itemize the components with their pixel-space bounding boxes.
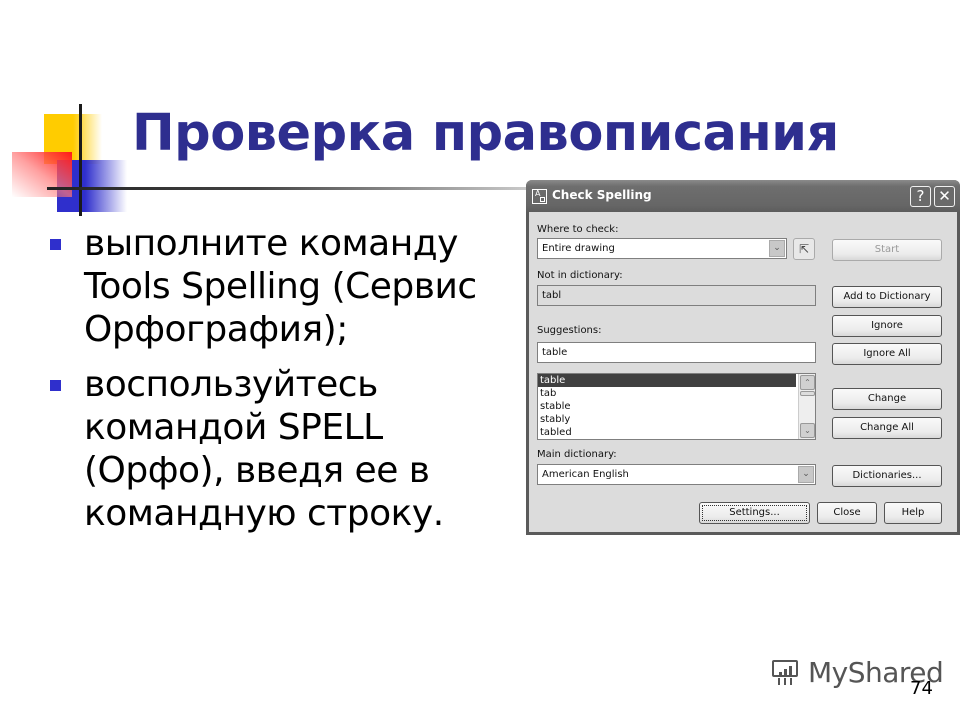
scroll-thumb[interactable] <box>800 391 815 396</box>
suggestions-listbox[interactable]: table tab stable stably tabled ⌃ ⌄ <box>537 373 816 440</box>
change-button[interactable]: Change <box>832 388 942 410</box>
suggestions-label: Suggestions: <box>537 325 602 336</box>
where-to-check-value: Entire drawing <box>542 243 615 254</box>
titlebar-close-button[interactable]: ✕ <box>934 186 955 207</box>
scroll-up-icon[interactable]: ⌃ <box>800 375 815 390</box>
dictionaries-button[interactable]: Dictionaries... <box>832 465 942 487</box>
not-in-dictionary-label: Not in dictionary: <box>537 270 623 281</box>
main-dictionary-dropdown[interactable]: American English ⌄ <box>537 464 816 485</box>
start-button[interactable]: Start <box>832 239 942 261</box>
add-to-dictionary-button[interactable]: Add to Dictionary <box>832 286 942 308</box>
help-button[interactable]: Help <box>884 502 942 524</box>
chevron-down-icon[interactable]: ⌄ <box>798 466 814 483</box>
suggestion-list-item[interactable]: stable <box>538 400 796 413</box>
bullet-line: командой SPELL <box>84 407 383 448</box>
select-objects-icon[interactable]: ⇱ <box>793 238 815 260</box>
suggestion-input[interactable]: table <box>537 342 816 363</box>
titlebar-help-button[interactable]: ? <box>910 186 931 207</box>
bullet-item: выполните команду Tools Spelling (Сервис… <box>48 222 518 351</box>
main-dictionary-value: American English <box>542 469 629 480</box>
bullet-list: выполните команду Tools Spelling (Сервис… <box>48 222 518 547</box>
page-number: 74 <box>910 678 933 699</box>
bullet-square-icon <box>50 380 61 391</box>
dialog-title: Check Spelling <box>552 188 652 202</box>
bullet-line: воспользуйтесь <box>84 364 378 405</box>
settings-button[interactable]: Settings... <box>699 502 810 524</box>
decor-red-square <box>12 152 72 197</box>
not-in-dictionary-field: tabl <box>537 285 816 306</box>
bullet-line: Орфография); <box>84 309 348 350</box>
suggestion-list-item[interactable]: tab <box>538 387 796 400</box>
ignore-button[interactable]: Ignore <box>832 315 942 337</box>
dialog-titlebar[interactable]: A Check Spelling ? ✕ <box>526 180 960 212</box>
chevron-down-icon[interactable]: ⌄ <box>769 240 785 257</box>
title-underline <box>47 187 567 190</box>
slide-title: Проверка правописания <box>132 104 839 163</box>
spell-check-app-icon: A <box>532 189 547 204</box>
change-all-button[interactable]: Change All <box>832 417 942 439</box>
bullet-line: командную строку. <box>84 493 444 534</box>
presentation-board-icon <box>768 657 802 687</box>
decor-vertical-line <box>79 104 82 216</box>
suggestion-list-item[interactable]: table <box>538 374 796 387</box>
bullet-line: выполните команду <box>84 223 458 264</box>
check-spelling-dialog: A Check Spelling ? ✕ Where to check: Ent… <box>526 180 960 535</box>
bullet-line: Tools Spelling (Сервис <box>84 266 477 307</box>
suggestion-list-item[interactable]: tabled <box>538 426 796 439</box>
suggestions-scrollbar[interactable]: ⌃ ⌄ <box>798 374 815 439</box>
ignore-all-button[interactable]: Ignore All <box>832 343 942 365</box>
main-dictionary-label: Main dictionary: <box>537 449 617 460</box>
where-to-check-dropdown[interactable]: Entire drawing ⌄ <box>537 238 787 259</box>
suggestion-list-item[interactable]: stably <box>538 413 796 426</box>
close-button[interactable]: Close <box>817 502 877 524</box>
bullet-item: воспользуйтесь командой SPELL (Орфо), вв… <box>48 363 518 535</box>
scroll-down-icon[interactable]: ⌄ <box>800 423 815 438</box>
where-to-check-label: Where to check: <box>537 224 619 235</box>
bullet-line: (Орфо), введя ее в <box>84 450 430 491</box>
bullet-square-icon <box>50 239 61 250</box>
